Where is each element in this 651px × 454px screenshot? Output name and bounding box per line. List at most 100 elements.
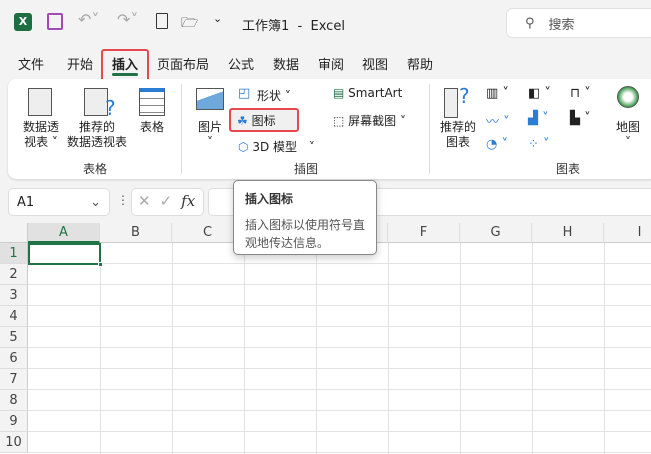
- 3d-models-button[interactable]: ⬡ 3D 模型 ˅: [238, 138, 315, 155]
- recommended-pivot-button[interactable]: 推荐的 数据透视表: [64, 120, 130, 150]
- gridline: [28, 410, 651, 411]
- icons-button[interactable]: ☘ 图标: [229, 108, 299, 132]
- tab-formulas[interactable]: 公式: [228, 54, 254, 76]
- row-header[interactable]: 4: [0, 306, 28, 327]
- gridline: [244, 243, 245, 454]
- tab-help[interactable]: 帮助: [407, 54, 433, 76]
- gridline: [532, 243, 533, 454]
- gridline: [100, 243, 101, 454]
- row-header[interactable]: 3: [0, 285, 28, 306]
- pictures-icon: [196, 88, 224, 110]
- gridline: [28, 284, 651, 285]
- row-header[interactable]: 1: [0, 243, 28, 264]
- table-button[interactable]: 表格: [136, 120, 168, 135]
- maps-button[interactable]: 地图 ˅: [612, 120, 644, 150]
- column-chart-button[interactable]: ▥ ˅: [486, 86, 509, 101]
- shapes-button[interactable]: 形状 ˅: [257, 87, 291, 104]
- table-icon: [139, 88, 165, 116]
- group-label-illustrations: 插图: [294, 162, 319, 176]
- row-header[interactable]: 5: [0, 327, 28, 348]
- tooltip-title: 插入图标: [245, 192, 294, 206]
- separator: [181, 84, 182, 174]
- name-box[interactable]: A1 ⌄: [8, 188, 110, 216]
- row-header[interactable]: 2: [0, 264, 28, 285]
- fill-handle[interactable]: [98, 262, 103, 267]
- insert-function-button[interactable]: fx: [181, 192, 195, 212]
- recommended-charts-icon: [444, 88, 458, 118]
- new-file-icon[interactable]: [156, 13, 168, 29]
- gridline: [28, 263, 651, 264]
- gridline: [28, 347, 651, 348]
- question-icon: ?: [105, 96, 116, 120]
- icons-icon: ☘: [237, 114, 248, 128]
- gridline: [28, 452, 651, 453]
- recommended-charts-button[interactable]: 推荐的 图表: [437, 120, 479, 150]
- shapes-icon: ◰: [238, 86, 251, 101]
- row-header[interactable]: 10: [0, 432, 28, 453]
- smartart-label: SmartArt: [348, 86, 403, 100]
- enter-icon[interactable]: ✓: [160, 192, 173, 212]
- more-options-icon[interactable]: ⋮: [117, 193, 129, 207]
- gridline: [28, 326, 651, 327]
- search-icon: ⚲: [525, 15, 535, 31]
- smartart-button[interactable]: ▤ SmartArt: [333, 86, 402, 100]
- search-box[interactable]: ⚲ 搜索: [506, 8, 651, 38]
- tooltip: 插入图标 插入图标以使用符号直观地传达信息。: [233, 180, 377, 255]
- save-icon[interactable]: [47, 13, 63, 30]
- separator: [429, 84, 430, 174]
- row-header[interactable]: 6: [0, 348, 28, 369]
- column-header[interactable]: G: [460, 223, 532, 243]
- screenshot-label: 屏幕截图 ˅: [348, 114, 406, 128]
- gridline: [460, 243, 461, 454]
- screenshot-button[interactable]: ⬚ 屏幕截图 ˅: [333, 112, 406, 129]
- window-title: 工作簿1 - Excel: [242, 19, 345, 34]
- row-header[interactable]: 9: [0, 411, 28, 432]
- search-placeholder: 搜索: [548, 17, 575, 33]
- pictures-button[interactable]: 图片 ˅: [196, 120, 224, 150]
- formula-buttons: ✕ ✓ fx: [131, 188, 204, 216]
- insert-tab-highlight: [101, 49, 149, 83]
- column-header[interactable]: F: [388, 223, 460, 243]
- select-all-corner[interactable]: [0, 223, 28, 243]
- 3d-models-label: 3D 模型: [252, 140, 298, 154]
- redo-icon[interactable]: ↷˅: [117, 10, 138, 29]
- customize-toolbar-icon[interactable]: ⌄: [213, 12, 222, 25]
- column-header[interactable]: H: [532, 223, 604, 243]
- tab-data[interactable]: 数据: [273, 54, 299, 76]
- gridline: [28, 305, 651, 306]
- hierarchy-chart-button[interactable]: ◧ ˅: [528, 86, 551, 101]
- gridline: [388, 243, 389, 454]
- undo-icon[interactable]: ↶˅: [78, 10, 99, 29]
- tab-review[interactable]: 审阅: [318, 54, 344, 76]
- column-header[interactable]: A: [28, 223, 100, 243]
- tab-page-layout[interactable]: 页面布局: [157, 54, 209, 76]
- cancel-icon[interactable]: ✕: [138, 192, 151, 212]
- pivot-table-button[interactable]: 数据透 视表 ˅: [18, 120, 64, 150]
- tab-view[interactable]: 视图: [362, 54, 388, 76]
- screenshot-icon: ⬚: [333, 114, 345, 128]
- smartart-icon: ▤: [333, 86, 345, 100]
- line-chart-button[interactable]: 〰 ˅: [486, 111, 510, 130]
- waterfall-chart-button[interactable]: ⊓ ˅: [570, 86, 591, 101]
- row-header[interactable]: 7: [0, 369, 28, 390]
- globe-icon: [617, 86, 639, 108]
- statistic-chart-button[interactable]: ▟ ˅: [528, 111, 549, 126]
- scatter-chart-button[interactable]: ⁘ ˅: [528, 137, 550, 152]
- pivot-table-icon: [28, 88, 52, 116]
- excel-logo-icon: X: [14, 13, 32, 31]
- gridline: [28, 368, 651, 369]
- row-header[interactable]: 8: [0, 390, 28, 411]
- open-folder-icon[interactable]: 🗁: [181, 12, 198, 36]
- cube-icon: ⬡: [238, 140, 249, 154]
- selected-cell-a1[interactable]: [28, 243, 101, 265]
- column-header[interactable]: B: [100, 223, 172, 243]
- question-icon: ?: [459, 84, 470, 108]
- column-header[interactable]: I: [604, 223, 651, 243]
- gridline: [28, 431, 651, 432]
- pie-chart-button[interactable]: ◔ ˅: [486, 137, 508, 152]
- tab-file[interactable]: 文件: [18, 54, 44, 76]
- tab-home[interactable]: 开始: [67, 54, 93, 76]
- group-label-charts: 图表: [556, 162, 581, 176]
- combo-chart-button[interactable]: ▙ ˅: [570, 111, 591, 126]
- gridline: [28, 389, 651, 390]
